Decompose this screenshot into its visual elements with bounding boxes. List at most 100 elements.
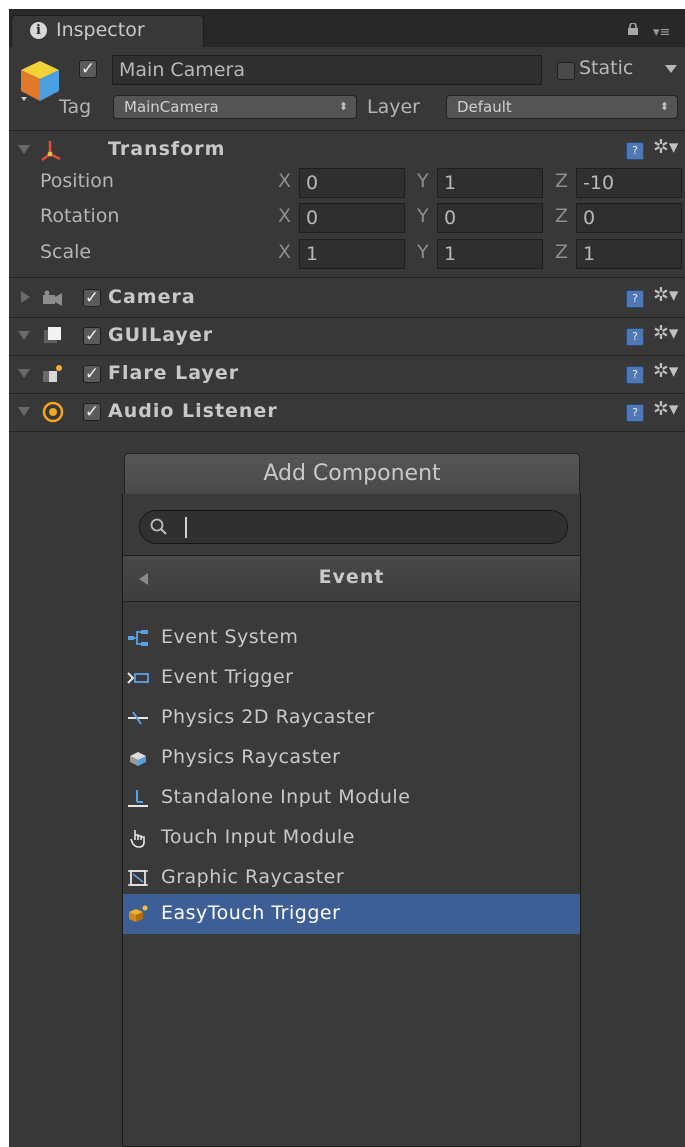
- flare-layer-icon: [43, 365, 62, 382]
- guilayer-header[interactable]: ✓ GUILayer ? ✲▾: [9, 318, 685, 355]
- camera-header[interactable]: ✓ Camera ? ✲▾: [9, 280, 685, 317]
- layer-label: Layer: [367, 96, 420, 118]
- help-icon[interactable]: ?: [626, 142, 644, 160]
- flare-layer-foldout[interactable]: [18, 369, 30, 378]
- lock-icon[interactable]: [627, 23, 639, 35]
- axis-x-label[interactable]: X: [278, 170, 291, 192]
- gear-icon[interactable]: ✲▾: [653, 398, 678, 420]
- list-item-standalone-input-module[interactable]: Standalone Input Module: [123, 778, 580, 818]
- flare-layer-title: Flare Layer: [108, 362, 240, 384]
- text-caret: [185, 517, 187, 538]
- tag-dropdown-arrows: ⬍: [338, 100, 348, 113]
- item-label: EasyTouch Trigger: [161, 902, 341, 924]
- help-icon[interactable]: ?: [626, 290, 644, 308]
- list-item-easytouch-trigger[interactable]: EasyTouch Trigger: [123, 894, 580, 934]
- camera-enabled-checkbox[interactable]: ✓: [83, 289, 101, 307]
- axis-x-label[interactable]: X: [278, 205, 291, 227]
- tab-menu-icon[interactable]: ▾≡: [653, 25, 670, 40]
- rotation-x-field[interactable]: 0: [299, 203, 405, 233]
- graphic-raycaster-icon: [128, 870, 148, 886]
- list-item-event-trigger[interactable]: Event Trigger: [123, 658, 580, 698]
- transform-header[interactable]: Transform ? ✲▾: [9, 132, 685, 169]
- rotation-label: Rotation: [40, 205, 120, 227]
- rotation-y-field[interactable]: 0: [437, 203, 543, 233]
- category-header: Event: [123, 555, 580, 602]
- audio-listener-icon: [42, 401, 64, 423]
- gear-icon[interactable]: ✲▾: [653, 322, 678, 344]
- event-trigger-icon: [127, 672, 149, 684]
- item-label: Event System: [161, 626, 299, 648]
- layer-dropdown-arrows: ⬍: [659, 100, 669, 113]
- axis-y-label[interactable]: Y: [417, 205, 429, 227]
- active-checkbox[interactable]: ✓: [79, 60, 97, 78]
- position-x-field[interactable]: 0: [299, 168, 405, 198]
- separator: [9, 277, 685, 278]
- standalone-input-module-icon: [128, 790, 148, 807]
- gear-icon[interactable]: ✲▾: [653, 360, 678, 382]
- item-label: Graphic Raycaster: [161, 866, 345, 888]
- tag-label: Tag: [59, 96, 92, 118]
- list-item-graphic-raycaster[interactable]: Graphic Raycaster: [123, 858, 580, 898]
- camera-foldout[interactable]: [21, 291, 30, 303]
- guilayer-enabled-checkbox[interactable]: ✓: [83, 327, 101, 345]
- tag-value: MainCamera: [124, 98, 219, 116]
- camera-title: Camera: [108, 286, 196, 308]
- gameobject-cube-icon: [21, 61, 59, 101]
- axis-x-label[interactable]: X: [278, 241, 291, 263]
- touch-input-module-icon: [130, 830, 145, 848]
- axis-z-label[interactable]: Z: [555, 170, 568, 192]
- scale-z-field[interactable]: 1: [576, 239, 682, 269]
- transform-foldout[interactable]: [18, 145, 30, 154]
- add-component-dropdown: Event Event System Event Trigger Physics…: [122, 494, 581, 1147]
- gear-icon[interactable]: ✲▾: [653, 136, 678, 158]
- position-z-field[interactable]: -10: [576, 168, 682, 198]
- category-title: Event: [318, 566, 385, 588]
- flare-layer-enabled-checkbox[interactable]: ✓: [83, 365, 101, 383]
- separator: [9, 130, 685, 131]
- component-search-input[interactable]: [139, 510, 568, 544]
- static-checkbox[interactable]: [557, 62, 575, 80]
- list-item-physics-raycaster[interactable]: Physics Raycaster: [123, 738, 580, 778]
- help-icon[interactable]: ?: [626, 366, 644, 384]
- axis-z-label[interactable]: Z: [555, 241, 568, 263]
- help-icon[interactable]: ?: [626, 328, 644, 346]
- physics-raycaster-icon: [130, 752, 146, 766]
- tab-inspector[interactable]: i Inspector: [11, 15, 204, 47]
- audio-listener-header[interactable]: ✓ Audio Listener ? ✲▾: [9, 394, 685, 431]
- axis-z-label[interactable]: Z: [555, 205, 568, 227]
- tag-dropdown[interactable]: MainCamera ⬍: [113, 95, 357, 119]
- layer-value: Default: [457, 98, 512, 116]
- help-icon[interactable]: ?: [626, 404, 644, 422]
- item-label: Physics Raycaster: [161, 746, 341, 768]
- gear-icon[interactable]: ✲▾: [653, 284, 678, 306]
- item-label: Touch Input Module: [161, 826, 355, 848]
- flare-layer-header[interactable]: ✓ Flare Layer ? ✲▾: [9, 356, 685, 393]
- position-label: Position: [40, 170, 114, 192]
- physics-2d-raycaster-icon: [128, 711, 148, 725]
- camera-icon: [43, 290, 62, 306]
- list-item-event-system[interactable]: Event System: [123, 618, 580, 658]
- axis-y-label[interactable]: Y: [417, 170, 429, 192]
- add-component-button[interactable]: Add Component: [124, 453, 580, 495]
- audio-listener-foldout[interactable]: [18, 407, 30, 416]
- position-y-field[interactable]: 1: [437, 168, 543, 198]
- object-name-field[interactable]: Main Camera: [112, 55, 542, 85]
- item-label: Event Trigger: [161, 666, 294, 688]
- rotation-z-field[interactable]: 0: [576, 203, 682, 233]
- guilayer-foldout[interactable]: [18, 331, 30, 340]
- guilayer-title: GUILayer: [108, 324, 214, 346]
- static-dropdown-arrow[interactable]: [665, 65, 677, 73]
- info-icon: i: [30, 22, 47, 39]
- tab-bar: i Inspector ▾≡: [9, 9, 685, 47]
- search-icon: [150, 518, 167, 535]
- transform-icon: [41, 141, 61, 161]
- list-item-physics-2d-raycaster[interactable]: Physics 2D Raycaster: [123, 698, 580, 738]
- scale-x-field[interactable]: 1: [299, 239, 405, 269]
- axis-y-label[interactable]: Y: [417, 241, 429, 263]
- list-item-touch-input-module[interactable]: Touch Input Module: [123, 818, 580, 858]
- easytouch-trigger-icon: [129, 905, 148, 922]
- audio-listener-title: Audio Listener: [108, 400, 278, 422]
- audio-listener-enabled-checkbox[interactable]: ✓: [83, 403, 101, 421]
- scale-y-field[interactable]: 1: [437, 239, 543, 269]
- layer-dropdown[interactable]: Default ⬍: [446, 95, 678, 119]
